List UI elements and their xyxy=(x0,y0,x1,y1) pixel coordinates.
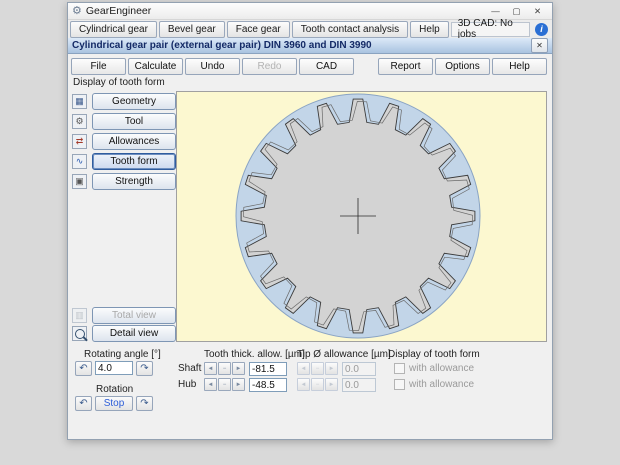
shaft-tip-input xyxy=(342,362,376,376)
shaft-tip-spinner: ◄ − ► xyxy=(297,362,339,375)
magnifier-icon xyxy=(72,326,87,341)
total-view-button: Total view xyxy=(92,307,176,324)
tip-allowance-header: Tip Ø allowance [µm] xyxy=(297,349,391,360)
hub-label: Hub xyxy=(178,379,196,390)
hub-thickness-spinner: ◄ − ► xyxy=(204,378,246,391)
calculate-button[interactable]: Calculate xyxy=(128,58,183,75)
tooth-form-icon: ∿ xyxy=(72,154,87,169)
spin-right-icon: ► xyxy=(325,362,338,375)
sidebar-item-allowances: ⇄ Allowances xyxy=(72,133,176,150)
spin-right-icon[interactable]: ► xyxy=(232,378,245,391)
cad-status: 3D CAD: No jobs xyxy=(451,22,530,37)
sidebar-item-tool: ⚙ Tool xyxy=(72,113,176,130)
rotating-angle-label: Rotating angle [°] xyxy=(84,349,161,360)
section-label: Display of tooth form xyxy=(73,77,165,88)
tab-bevel-gear[interactable]: Bevel gear xyxy=(159,21,225,38)
tooth-form-button[interactable]: Tooth form xyxy=(92,153,176,170)
hub-thickness-input[interactable] xyxy=(249,378,287,392)
spin-left-icon: ◄ xyxy=(297,378,310,391)
with-allowance-label: with allowance xyxy=(409,363,474,374)
rotation-stop-button[interactable]: Stop xyxy=(95,396,133,411)
file-button[interactable]: File xyxy=(71,58,126,75)
document-bar: Cylindrical gear pair (external gear pai… xyxy=(68,38,552,54)
minimize-button[interactable]: — xyxy=(485,4,506,19)
tab-face-gear[interactable]: Face gear xyxy=(227,21,290,38)
geometry-button[interactable]: Geometry xyxy=(92,93,176,110)
bottom-control-panel: Rotating angle [°] ↶ ↷ Rotation ↶ Stop ↷… xyxy=(68,347,552,439)
document-close-icon[interactable]: ✕ xyxy=(531,38,548,53)
total-view-row: ▥ Total view xyxy=(72,307,176,324)
document-title: Cylindrical gear pair (external gear pai… xyxy=(72,40,372,51)
undo-button[interactable]: Undo xyxy=(185,58,240,75)
spin-mid-icon: − xyxy=(311,378,324,391)
hub-tip-spinner: ◄ − ► xyxy=(297,378,339,391)
total-view-icon: ▥ xyxy=(72,308,87,323)
rotating-angle-input[interactable] xyxy=(95,361,133,375)
report-button[interactable]: Report xyxy=(378,58,433,75)
with-allowance-label: with allowance xyxy=(409,379,474,390)
spin-mid-icon: − xyxy=(311,362,324,375)
close-button[interactable]: ✕ xyxy=(527,4,548,19)
geometry-icon: ▦ xyxy=(72,94,87,109)
spin-left-icon: ◄ xyxy=(297,362,310,375)
strength-icon: ▣ xyxy=(72,174,87,189)
tool-button[interactable]: Tool xyxy=(92,113,176,130)
sidebar-item-geometry: ▦ Geometry xyxy=(72,93,176,110)
cad-button[interactable]: CAD xyxy=(299,58,354,75)
rotate-cw-button[interactable]: ↷ xyxy=(136,361,153,376)
display-options-header: Display of tooth form xyxy=(388,349,480,360)
rotation-cw-button[interactable]: ↷ xyxy=(136,396,153,411)
sidebar-item-tooth-form: ∿ Tooth form xyxy=(72,153,176,170)
maximize-button[interactable]: ▢ xyxy=(506,4,527,19)
tool-icon: ⚙ xyxy=(72,114,87,129)
shaft-thickness-input[interactable] xyxy=(249,362,287,376)
spin-mid-icon[interactable]: − xyxy=(218,362,231,375)
spin-left-icon[interactable]: ◄ xyxy=(204,378,217,391)
with-allowance-checkbox-hub xyxy=(394,379,405,390)
strength-button[interactable]: Strength xyxy=(92,173,176,190)
tab-cylindrical-gear[interactable]: Cylindrical gear xyxy=(70,21,157,38)
spin-left-icon[interactable]: ◄ xyxy=(204,362,217,375)
spin-right-icon: ► xyxy=(325,378,338,391)
redo-button: Redo xyxy=(242,58,297,75)
sidebar-item-strength: ▣ Strength xyxy=(72,173,176,190)
tab-help[interactable]: Help xyxy=(410,21,449,38)
allowances-button[interactable]: Allowances xyxy=(92,133,176,150)
app-window: ⚙ GearEngineer — ▢ ✕ Cylindrical gear Be… xyxy=(67,2,553,440)
rotation-label: Rotation xyxy=(96,384,133,395)
module-tab-bar: Cylindrical gear Bevel gear Face gear To… xyxy=(68,20,552,38)
app-gear-icon: ⚙ xyxy=(72,6,82,17)
toolbar: File Calculate Undo Redo CAD Report Opti… xyxy=(68,56,552,76)
shaft-label: Shaft xyxy=(178,363,201,374)
tooth-form-drawing xyxy=(177,92,546,341)
help-button[interactable]: Help xyxy=(492,58,547,75)
spin-mid-icon[interactable]: − xyxy=(218,378,231,391)
hub-tip-input xyxy=(342,378,376,392)
options-button[interactable]: Options xyxy=(435,58,490,75)
rotate-ccw-button[interactable]: ↶ xyxy=(75,361,92,376)
tab-tooth-contact-analysis[interactable]: Tooth contact analysis xyxy=(292,21,408,38)
tooth-thickness-header: Tooth thick. allow. [µm] xyxy=(204,349,305,360)
allowances-icon: ⇄ xyxy=(72,134,87,149)
shaft-thickness-spinner: ◄ − ► xyxy=(204,362,246,375)
spin-right-icon[interactable]: ► xyxy=(232,362,245,375)
tooth-form-canvas xyxy=(176,91,547,342)
rotation-ccw-button[interactable]: ↶ xyxy=(75,396,92,411)
detail-view-row: Detail view xyxy=(72,325,176,342)
detail-view-button[interactable]: Detail view xyxy=(92,325,176,342)
window-title: GearEngineer xyxy=(86,5,151,17)
info-icon[interactable]: i xyxy=(535,23,548,36)
with-allowance-checkbox-shaft xyxy=(394,363,405,374)
